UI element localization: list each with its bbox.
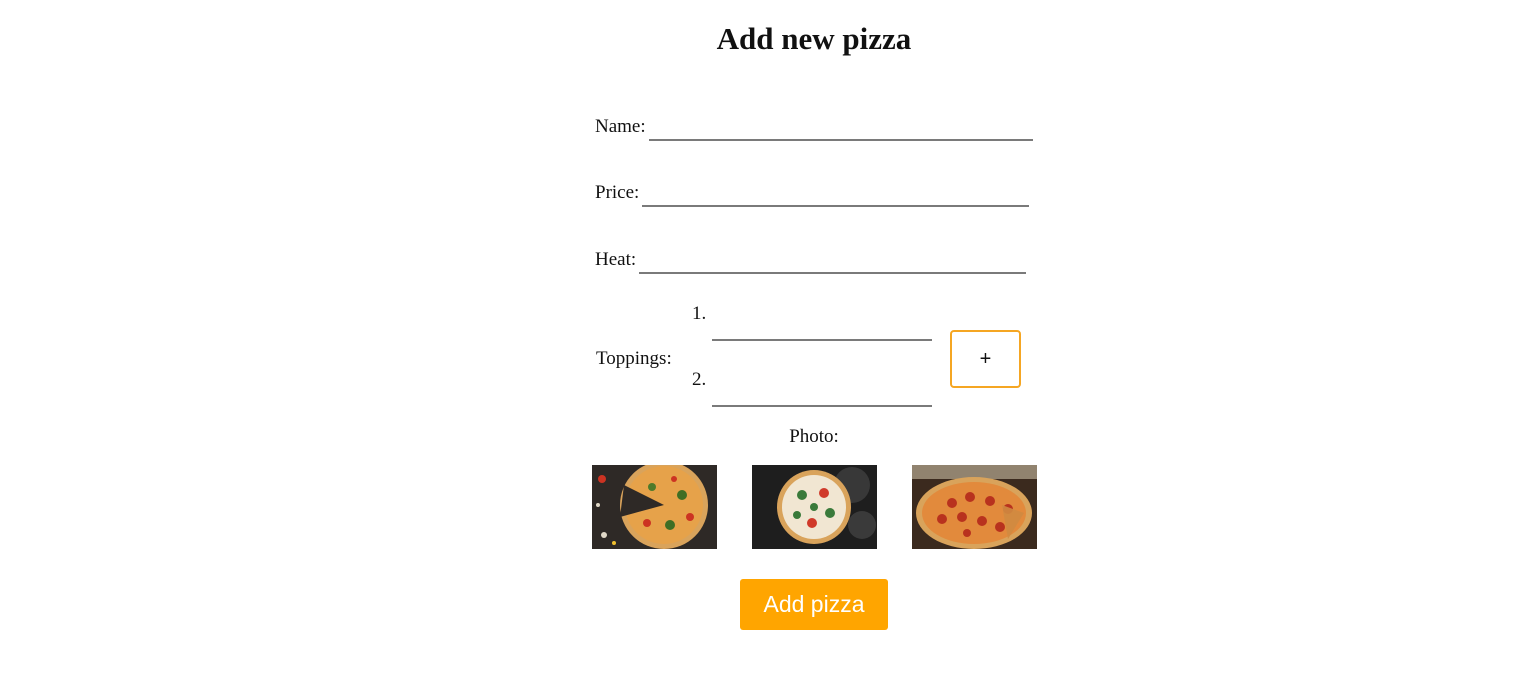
- pepperoni-pizza-photo[interactable]: [912, 465, 1037, 549]
- add-pizza-page: Add new pizza Name: Price: Heat: Topping…: [0, 0, 1521, 682]
- name-label: Name:: [595, 116, 646, 137]
- toppings-label: Toppings:: [596, 348, 672, 369]
- price-input[interactable]: [642, 181, 1029, 207]
- heat-input[interactable]: [639, 248, 1026, 274]
- price-label: Price:: [595, 182, 640, 203]
- add-pizza-button[interactable]: Add pizza: [740, 579, 888, 630]
- pepperoni-pizza-image: [912, 465, 1037, 549]
- page-title: Add new pizza: [716, 21, 912, 56]
- margherita-pizza-on-dark-photo[interactable]: [752, 465, 877, 549]
- heat-label: Heat:: [595, 249, 637, 270]
- photo-label: Photo:: [789, 426, 839, 447]
- topping-number: 2.: [692, 369, 707, 390]
- pizza-with-slice-cut-photo[interactable]: [592, 465, 717, 549]
- add-topping-button[interactable]: +: [950, 330, 1021, 388]
- topping-input-2[interactable]: [712, 381, 932, 407]
- topping-input-1[interactable]: [712, 315, 932, 341]
- name-input[interactable]: [649, 115, 1033, 141]
- topping-number: 1.: [692, 303, 707, 324]
- pizza-slice-image: [592, 465, 717, 549]
- margherita-pizza-image: [752, 465, 877, 549]
